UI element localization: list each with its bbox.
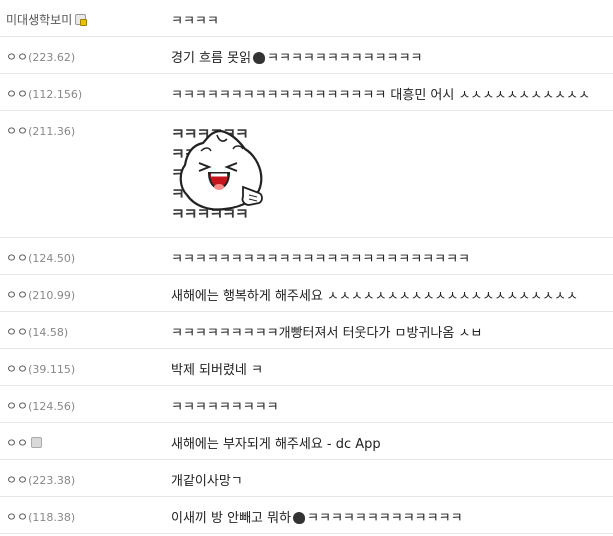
comment-author[interactable]: ㅇㅇ — [6, 434, 43, 451]
comment-text-part: 경기 흐름 못읽 — [171, 51, 252, 66]
comment-text: 이새끼 방 안빼고 뭐하 ㅋㅋㅋㅋㅋㅋㅋㅋㅋㅋㅋㅋㅋ — [171, 507, 613, 526]
comment-row: 미대생학보미 ㅋㅋㅋㅋ — [0, 0, 613, 37]
comment-list: 미대생학보미 ㅋㅋㅋㅋ ㅇㅇ(223.62) 경기 흐름 못읽 ㅋㅋㅋㅋㅋㅋㅋㅋㅋ… — [0, 0, 613, 534]
comment-text-part: ㅋㅋㅋㅋㅋㅋㅋㅋㅋㅋㅋㅋㅋ — [307, 511, 463, 526]
author-ip: (124.50) — [28, 252, 76, 265]
dumpling-face-icon — [179, 129, 263, 211]
author-ip: (112.156) — [28, 88, 83, 101]
author-ip: (211.36) — [28, 125, 76, 138]
author-ip: (118.38) — [28, 511, 76, 524]
laughing-dumpling-sticker-image: ㅋㅋㅋㅋㅋㅋ ㅋㅋㅋㅋㅋㅋ ㅋㅋㅋㅋㅋㅋ ㅋㅋㅋㅋㅋㅋ ㅋㅋㅋㅋㅋㅋ — [171, 123, 271, 223]
comment-author[interactable]: 미대생학보미 — [6, 11, 88, 28]
comment-text: 박제 되버렸네 ㅋ — [171, 363, 263, 378]
comment-author[interactable]: ㅇㅇ(112.156) — [6, 85, 82, 102]
comment-author[interactable]: ㅇㅇ(223.62) — [6, 48, 75, 65]
comment-row: ㅇㅇ(124.56) ㅋㅋㅋㅋㅋㅋㅋㅋㅋ — [0, 386, 613, 423]
comment-author[interactable]: ㅇㅇ(124.50) — [6, 249, 75, 266]
author-name[interactable]: ㅇㅇ — [6, 473, 28, 487]
comment-row: ㅇㅇ(211.36) ㅋㅋㅋㅋㅋㅋ ㅋㅋㅋㅋㅋㅋ ㅋㅋㅋㅋㅋㅋ ㅋㅋㅋㅋㅋㅋ ㅋ… — [0, 111, 613, 238]
comment-text: 개같이사망ㄱ — [171, 474, 243, 489]
comment-author[interactable]: ㅇㅇ(118.38) — [6, 508, 75, 525]
emoji-icon — [253, 52, 266, 64]
author-name[interactable]: ㅇㅇ — [6, 325, 28, 339]
comment-author[interactable]: ㅇㅇ(39.115) — [6, 360, 75, 377]
comment-row: ㅇㅇ(210.99) 새해에는 행복하게 해주세요 ㅅㅅㅅㅅㅅㅅㅅㅅㅅㅅㅅㅅㅅㅅ… — [0, 275, 613, 312]
comment-row: ㅇㅇ 새해에는 부자되게 해주세요 - dc App — [0, 423, 613, 460]
author-name[interactable]: ㅇㅇ — [6, 399, 28, 413]
comment-row: ㅇㅇ(14.58) ㅋㅋㅋㅋㅋㅋㅋㅋㅋ개빵터져서 터웃다가 ㅁ방귀나옴 ㅅㅂ — [0, 312, 613, 349]
author-name[interactable]: ㅇㅇ — [6, 362, 28, 376]
mobile-app-icon — [31, 437, 43, 448]
comment-row: ㅇㅇ(223.38) 개같이사망ㄱ — [0, 460, 613, 497]
comment-text-part: ㅋㅋㅋㅋㅋㅋㅋㅋㅋㅋㅋㅋㅋ — [267, 51, 423, 66]
author-ip: (14.58) — [28, 326, 69, 339]
comment-text: ㅋㅋㅋㅋㅋㅋㅋㅋㅋㅋㅋㅋㅋㅋㅋㅋㅋㅋㅋㅋㅋㅋㅋㅋㅋ — [171, 252, 471, 267]
comment-text: ㅋㅋㅋㅋㅋㅋㅋㅋㅋ개빵터져서 터웃다가 ㅁ방귀나옴 ㅅㅂ — [171, 326, 483, 341]
comment-text: ㅋㅋㅋㅋ — [171, 14, 219, 29]
author-ip: (39.115) — [28, 363, 76, 376]
comment-text: 새해에는 행복하게 해주세요 ㅅㅅㅅㅅㅅㅅㅅㅅㅅㅅㅅㅅㅅㅅㅅㅅㅅㅅㅅㅅㅅ — [171, 289, 579, 304]
comment-author[interactable]: ㅇㅇ(124.56) — [6, 397, 75, 414]
comment-row: ㅇㅇ(112.156) ㅋㅋㅋㅋㅋㅋㅋㅋㅋㅋㅋㅋㅋㅋㅋㅋㅋㅋ 대흥민 어시 ㅅㅅ… — [0, 74, 613, 111]
comment-author[interactable]: ㅇㅇ(211.36) — [6, 122, 75, 139]
comment-text: ㅋㅋㅋㅋㅋㅋㅋㅋㅋ — [171, 400, 279, 415]
comment-row: ㅇㅇ(223.62) 경기 흐름 못읽 ㅋㅋㅋㅋㅋㅋㅋㅋㅋㅋㅋㅋㅋ — [0, 37, 613, 74]
author-name[interactable]: ㅇㅇ — [6, 251, 28, 265]
comment-text: 경기 흐름 못읽 ㅋㅋㅋㅋㅋㅋㅋㅋㅋㅋㅋㅋㅋ — [171, 47, 613, 66]
author-ip: (124.56) — [28, 400, 76, 413]
author-ip: (223.38) — [28, 474, 76, 487]
author-name[interactable]: ㅇㅇ — [6, 436, 28, 450]
comment-text: 새해에는 부자되게 해주세요 - dc App — [171, 437, 381, 452]
comment-author[interactable]: ㅇㅇ(210.99) — [6, 286, 75, 303]
author-ip: (223.62) — [28, 51, 76, 64]
comment-text-part: 이새끼 방 안빼고 뭐하 — [171, 511, 292, 526]
author-ip: (210.99) — [28, 289, 76, 302]
author-name[interactable]: ㅇㅇ — [6, 288, 28, 302]
comment-row: ㅇㅇ(118.38) 이새끼 방 안빼고 뭐하 ㅋㅋㅋㅋㅋㅋㅋㅋㅋㅋㅋㅋㅋ — [0, 497, 613, 534]
author-name[interactable]: ㅇㅇ — [6, 510, 28, 524]
author-name[interactable]: ㅇㅇ — [6, 87, 28, 101]
emoji-icon — [293, 512, 306, 524]
comment-row: ㅇㅇ(39.115) 박제 되버렸네 ㅋ — [0, 349, 613, 386]
comment-author[interactable]: ㅇㅇ(223.38) — [6, 471, 75, 488]
author-name[interactable]: ㅇㅇ — [6, 50, 28, 64]
author-name[interactable]: 미대생학보미 — [6, 13, 72, 27]
comment-author[interactable]: ㅇㅇ(14.58) — [6, 323, 68, 340]
fixed-nickname-icon — [75, 14, 88, 26]
comment-text: ㅋㅋㅋㅋㅋㅋㅋㅋㅋㅋㅋㅋㅋㅋㅋㅋㅋㅋ 대흥민 어시 ㅅㅅㅅㅅㅅㅅㅅㅅㅅㅅㅅ — [171, 88, 591, 103]
comment-row: ㅇㅇ(124.50) ㅋㅋㅋㅋㅋㅋㅋㅋㅋㅋㅋㅋㅋㅋㅋㅋㅋㅋㅋㅋㅋㅋㅋㅋㅋ — [0, 238, 613, 275]
author-name[interactable]: ㅇㅇ — [6, 124, 28, 138]
